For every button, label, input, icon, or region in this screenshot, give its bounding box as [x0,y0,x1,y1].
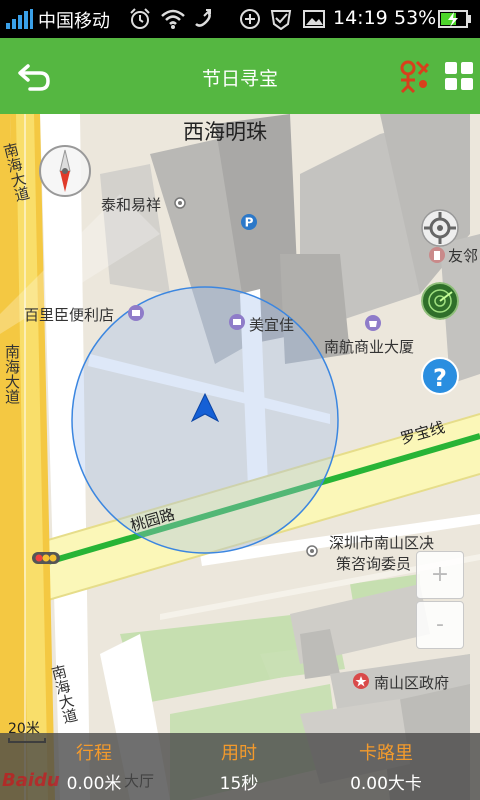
poi-label-nanhang: 南航商业大厦 [324,338,415,356]
battery-percent: 53% [394,7,437,29]
poi-label-nanshan-gov: 南山区政府 [374,674,450,692]
shop-icon [128,305,144,321]
signal-icon [6,9,33,29]
call-forward-icon [195,9,211,27]
locate-me-button[interactable] [421,209,459,247]
stat-calories: 卡路里 0.00大卡 [316,739,456,794]
building-icon [429,247,445,263]
gallery-icon [303,10,325,28]
road-label-nanhai-left: 南海大道 [3,344,21,404]
stat-distance-label: 行程 [76,743,112,764]
map-view[interactable]: 西海明珠 泰和易祥 百里臣便利店 美宜佳 南航商业大厦 友邻 深圳市南山区决 策… [0,114,480,800]
government-star-icon [353,673,369,689]
poi-label-juece-2: 策咨询委员 [336,555,412,573]
radar-button[interactable] [421,282,459,320]
compass-icon[interactable] [38,144,92,198]
svg-text:P: P [245,216,254,230]
stat-time-value: 15秒 [219,774,259,794]
zoom-in-button[interactable]: + [416,551,464,599]
title-bar: 节日寻宝 [0,38,480,114]
clock: 14:19 [333,7,388,29]
poi-dot-icon [174,197,186,209]
battery-charging-icon [438,10,471,28]
baidu-logo: Baidu [2,770,60,791]
stat-time-label: 用时 [221,743,257,764]
stat-time: 用时 15秒 [169,739,309,794]
add-circle-icon [240,9,260,29]
shield-check-icon [270,10,292,30]
stats-bar: 行程 0.00米 用时 15秒 卡路里 0.00大卡 [0,733,480,800]
poi-label-juece-1: 深圳市南山区决 [329,534,435,552]
treasure-hunter-icon[interactable] [397,58,431,94]
parking-icon: P [241,214,257,230]
stat-calories-value: 0.00大卡 [350,774,422,794]
poi-label-bailichen: 百里臣便利店 [24,306,115,324]
alarm-icon [130,8,150,29]
shop-icon [229,314,245,330]
zoom-out-button[interactable]: - [416,601,464,649]
current-location-arrow-icon [191,393,219,423]
status-bar: 中国移动 14:19 53% [0,0,480,38]
poi-label-meiyijia: 美宜佳 [249,316,295,334]
grid-menu-icon[interactable] [445,62,473,90]
wifi-icon [161,9,185,29]
carrier-name: 中国移动 [38,11,110,32]
poi-label-youlin: 友邻 [448,247,479,265]
poi-label-xihai: 西海明珠 [183,120,267,144]
poi-label-taihe: 泰和易祥 [101,196,162,214]
stat-calories-label: 卡路里 [359,743,413,764]
help-button[interactable]: ? [421,357,459,395]
traffic-light-icon [32,552,60,564]
poi-dot-icon [306,545,318,557]
mall-icon [365,315,381,331]
